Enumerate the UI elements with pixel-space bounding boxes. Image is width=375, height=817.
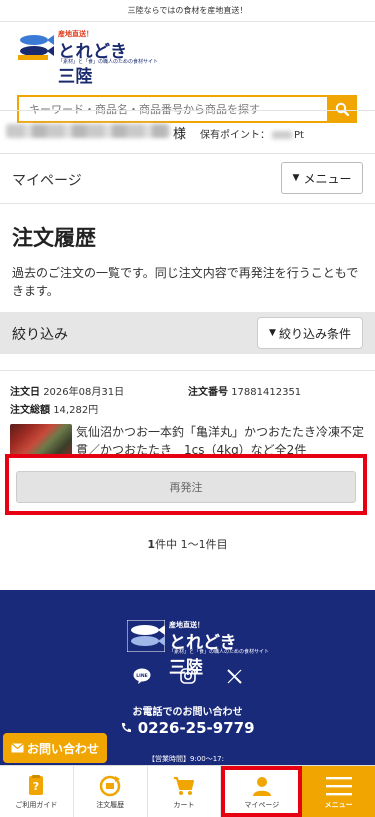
filter-bar: 絞り込み ▼ 絞り込み条件	[0, 312, 375, 354]
tel-number-text: 0226-25-9779	[137, 719, 255, 737]
instagram-icon[interactable]	[178, 666, 198, 686]
footer-logo-subtitle: 「素材」と「食」の職人のための食材サイト	[169, 649, 270, 655]
tab-mypage[interactable]: マイページ	[221, 766, 303, 817]
member-info: 様 保有ポイント： Pt	[0, 110, 375, 154]
order-date: 注文日 2026年08月31日	[10, 383, 124, 398]
tab-cart-label: カート	[173, 800, 195, 809]
contact-label: お問い合わせ	[26, 741, 99, 756]
tab-cart[interactable]: カート	[148, 766, 222, 817]
line-icon[interactable]: LINE	[132, 666, 152, 686]
caret-down-icon: ▼	[292, 173, 300, 183]
x-icon[interactable]	[224, 666, 244, 686]
order-date-value: 2026年08月31日	[43, 387, 125, 398]
order-history-icon	[99, 774, 121, 798]
footer-logo[interactable]: 産地直送！ とれどき三陸 「素材」と「食」の職人のための食材サイト	[127, 620, 269, 678]
svg-text:LINE: LINE	[136, 673, 147, 679]
reorder-button[interactable]: 再発注	[16, 471, 356, 503]
points-info: 保有ポイント： Pt	[200, 126, 304, 141]
order-date-label: 注文日	[10, 387, 40, 398]
caret-down-icon: ▼	[269, 328, 276, 338]
social-links: LINE	[132, 666, 244, 686]
mypage-bar: マイページ ▼ メニュー	[0, 154, 375, 204]
tab-guide-label: ご利用ガイド	[15, 800, 58, 809]
phone-icon	[122, 723, 132, 733]
tab-menu-label: メニュー	[324, 800, 353, 809]
fish-logo-icon	[127, 620, 165, 652]
tab-order-history[interactable]: 注文履歴	[74, 766, 148, 817]
page-description: 過去のご注文の一覧です。同じ注文内容で再発注を行うこともできます。	[12, 266, 359, 298]
filter-conditions-button[interactable]: ▼ 絞り込み条件	[257, 317, 363, 349]
mypage-menu-label: メニュー	[303, 171, 352, 186]
result-range: 件中 1〜1件目	[155, 538, 228, 551]
order-number: 注文番号 17881412351	[188, 383, 301, 398]
member-name-redacted	[6, 124, 170, 138]
filter-button-label: 絞り込み条件	[278, 326, 351, 341]
points-label: 保有ポイント：	[200, 130, 270, 141]
svg-text:?: ?	[33, 780, 39, 793]
reorder-highlight: 再発注	[5, 454, 367, 515]
product-thumbnail[interactable]	[10, 424, 72, 458]
order-number-label: 注文番号	[188, 387, 228, 398]
order-total: 注文総額 14,282円	[10, 401, 98, 416]
pagination-info: 1件中 1〜1件目	[0, 536, 375, 552]
order-total-label: 注文総額	[10, 405, 50, 416]
hamburger-icon	[325, 774, 352, 798]
tab-mypage-label: マイページ	[244, 800, 280, 809]
order-number-value: 17881412351	[231, 387, 302, 398]
filter-title: 絞り込み	[12, 327, 68, 343]
points-value-redacted	[272, 131, 292, 139]
site-header: 産地直送！ とれどき三陸 「素材」と「食」の職人のための食材サイト	[0, 22, 375, 123]
site-logo[interactable]: 産地直送！ とれどき三陸 「素材」と「食」の職人のための食材サイト	[16, 28, 158, 87]
member-suffix: 様	[173, 127, 187, 142]
guide-icon: ?	[26, 774, 46, 798]
order-item: 注文日 2026年08月31日 注文番号 17881412351 注文総額 14…	[0, 370, 375, 458]
user-icon	[252, 774, 272, 798]
tab-menu[interactable]: メニュー	[302, 766, 375, 817]
mypage-menu-button[interactable]: ▼ メニュー	[281, 162, 363, 194]
fish-logo-icon	[16, 30, 54, 62]
tab-order-history-label: 注文履歴	[96, 800, 125, 809]
order-total-value: 14,282円	[53, 405, 99, 416]
cart-icon	[173, 774, 195, 798]
page-title: 注文履歴	[12, 226, 96, 250]
logo-subtitle: 「素材」と「食」の職人のための食材サイト	[58, 59, 159, 65]
mail-icon	[11, 743, 24, 753]
mypage-title: マイページ	[12, 173, 82, 189]
points-unit: Pt	[294, 130, 304, 141]
tel-label: お電話でのお問い合わせ	[132, 707, 243, 718]
bottom-tab-bar: ? ご利用ガイド 注文履歴 カート マイページ メニュー	[0, 765, 375, 817]
tab-guide[interactable]: ? ご利用ガイド	[0, 766, 74, 817]
business-hours: 【営業時間】9:00〜17:	[148, 755, 224, 763]
top-announcement: 三陸ならではの食材を産地直送！	[0, 0, 375, 22]
contact-button[interactable]: お問い合わせ	[3, 733, 107, 763]
result-count: 1	[147, 538, 156, 551]
